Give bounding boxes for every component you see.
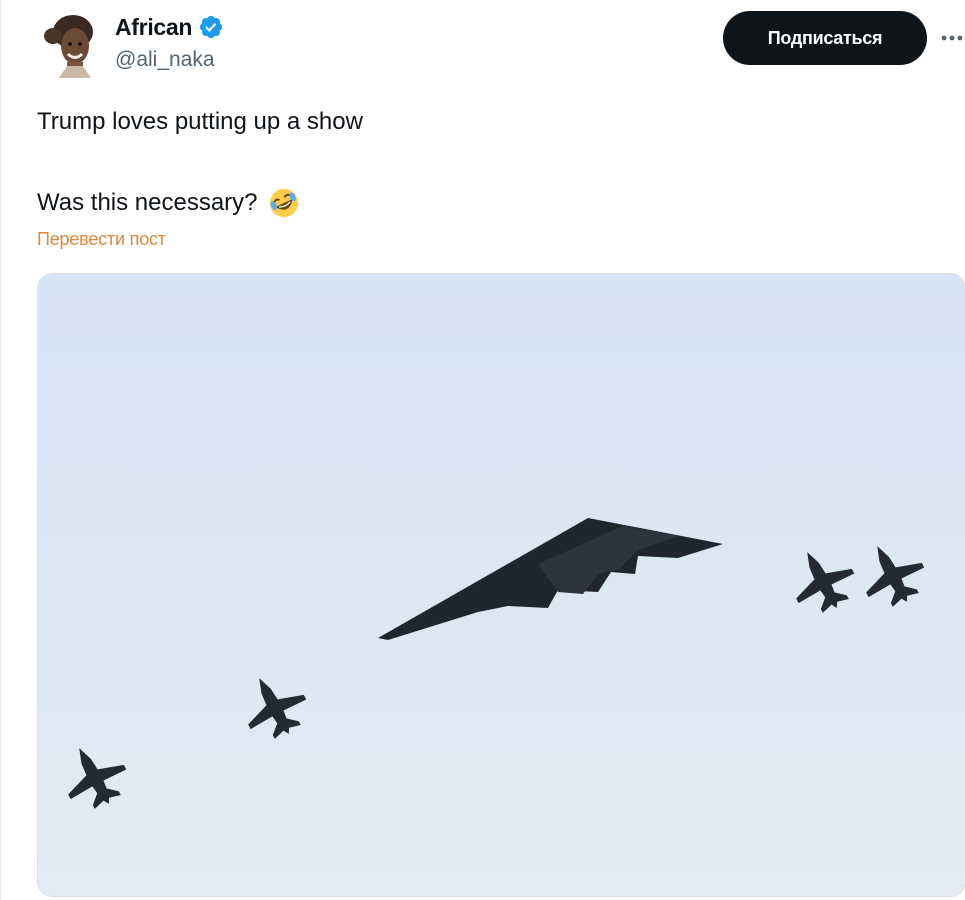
- avatar-image: [37, 12, 99, 78]
- author-handle[interactable]: @ali_naka: [115, 48, 215, 72]
- rolling-on-floor-laughing-emoji-icon: [269, 188, 298, 218]
- photo-b2-bomber-with-fighter-jets: [38, 274, 965, 896]
- tweet-card: African @ali_naka Подписаться Trump love…: [0, 0, 965, 900]
- avatar[interactable]: [37, 12, 99, 78]
- post-text-line-2-label: Was this necessary?: [37, 189, 258, 216]
- subscribe-button[interactable]: Подписаться: [723, 11, 927, 65]
- post-text-line-1: Trump loves putting up a show: [37, 108, 363, 135]
- author-name-row[interactable]: African: [115, 12, 224, 42]
- post-media-image[interactable]: [37, 273, 965, 897]
- translate-post-link[interactable]: Перевести пост: [37, 229, 166, 250]
- more-horizontal-icon: [941, 35, 963, 41]
- verified-badge-icon: [200, 15, 223, 39]
- more-options-button[interactable]: [939, 26, 965, 50]
- post-text-line-2: Was this necessary?: [37, 186, 301, 220]
- author-display-name[interactable]: African: [115, 14, 192, 41]
